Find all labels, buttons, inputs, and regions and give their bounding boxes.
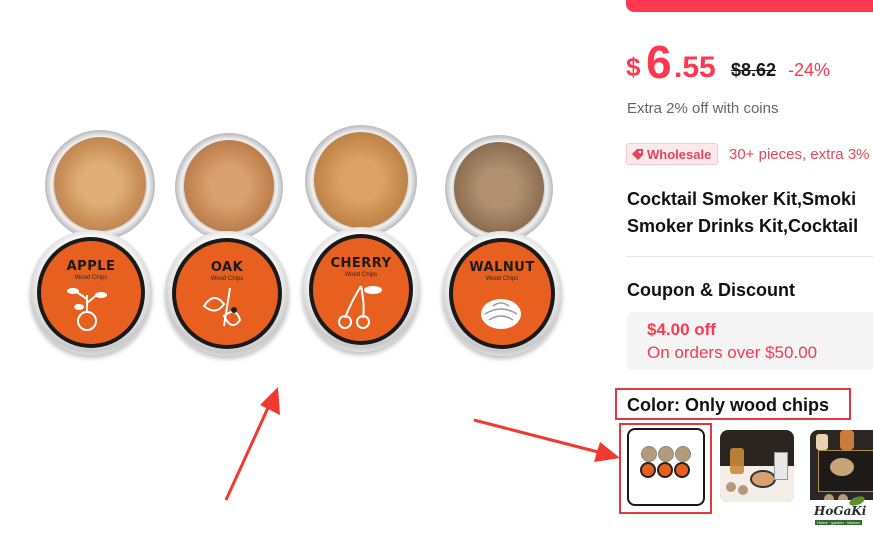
tin-label-name: APPLE	[66, 259, 116, 274]
tin-walnut: WALNUT Wood Chips	[440, 135, 565, 380]
wood-chips	[184, 140, 274, 232]
oak-leaf-drawing-icon	[202, 287, 242, 327]
wholesale-label: Wholesale	[647, 146, 712, 162]
coupon-condition: On orders over $50.00	[647, 343, 818, 362]
wholesale-offer: 30+ pieces, extra 3%	[729, 146, 870, 163]
apple-drawing-icon	[67, 288, 107, 331]
brand-tagline: Home · garden · kitchen	[815, 520, 862, 525]
tin-label-name: CHERRY	[330, 256, 392, 271]
tin-label-name: OAK	[210, 260, 244, 275]
tag-icon	[632, 148, 643, 160]
color-option-kit-gift[interactable]	[720, 430, 794, 502]
tin-label-sub: Wood Chips	[485, 276, 519, 282]
price-decimal: .55	[674, 51, 716, 84]
tin-apple: APPLE Wood Chips	[30, 130, 155, 375]
original-price: $8.62	[731, 60, 777, 80]
brand-watermark: HoGaKi Home · garden · kitchen	[810, 496, 873, 530]
divider	[626, 256, 873, 257]
tin-oak: OAK Wood Chips	[165, 133, 290, 378]
coins-note: Extra 2% off with coins	[627, 100, 779, 117]
annotation-arrow-left	[224, 387, 280, 501]
color-selection-label: Color: Only wood chips	[627, 395, 829, 415]
brand-name: HoGaKi	[814, 504, 867, 518]
tin-label-sub: Wood Chips	[210, 276, 244, 282]
price-integer: 6	[646, 36, 672, 88]
coupon-amount: $4.00 off	[647, 320, 716, 339]
product-title-line: Cocktail Smoker Kit,Smoki	[627, 189, 857, 209]
tin-label-sub: Wood Chips	[344, 272, 378, 278]
price-currency: $	[626, 52, 641, 82]
cherry-drawing-icon	[338, 285, 382, 329]
tin-cherry: CHERRY Wood Chips	[300, 125, 425, 375]
product-title-line: Smoker Drinks Kit,Cocktail	[627, 216, 859, 236]
wood-chips	[454, 142, 544, 234]
coupon-heading: Coupon & Discount	[627, 280, 795, 300]
buy-now-button[interactable]	[626, 0, 873, 12]
product-title: Cocktail Smoker Kit,Smoki Smoker Drinks …	[627, 186, 873, 240]
discount-percent: -24%	[788, 60, 831, 80]
wood-chips	[314, 132, 408, 228]
walnut-drawing-icon	[481, 299, 521, 329]
tin-label-name: WALNUT	[469, 260, 535, 275]
wholesale-badge[interactable]: Wholesale	[626, 143, 719, 165]
color-option-wood-chips[interactable]	[627, 428, 705, 506]
wood-chips	[54, 137, 146, 231]
annotation-arrow-right	[473, 418, 620, 462]
tin-label-sub: Wood Chips	[74, 275, 108, 281]
